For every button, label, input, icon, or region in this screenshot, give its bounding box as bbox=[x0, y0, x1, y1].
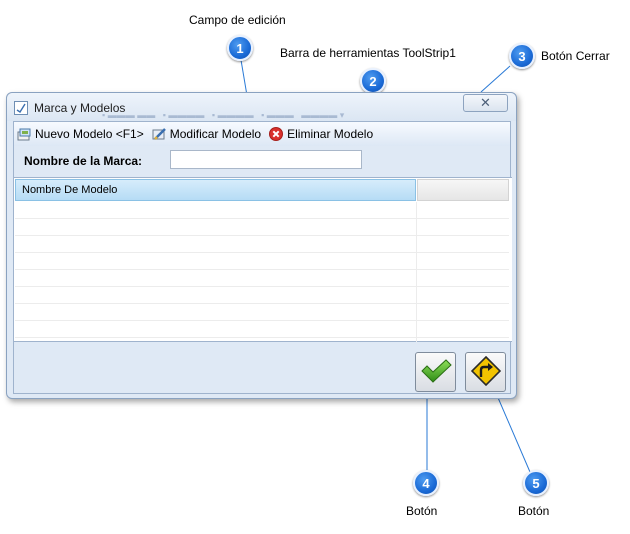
brand-name-input[interactable] bbox=[170, 150, 362, 169]
table-row[interactable] bbox=[15, 219, 509, 236]
window-content: Nuevo Modelo <F1> Modificar Modelo Elimi… bbox=[13, 121, 512, 394]
callout-badge-4: 4 bbox=[413, 470, 439, 496]
new-model-button[interactable]: Nuevo Modelo <F1> bbox=[17, 127, 144, 141]
delete-model-button[interactable]: Eliminar Modelo bbox=[269, 127, 373, 141]
grid-column-header-model-name[interactable]: Nombre De Modelo bbox=[15, 179, 416, 201]
ghost-toolbar-overlay: ▪ ▬▬▬ ▬▬ ▪ ▬▬▬▬ ▪ ▬▬▬▬ ▪ ▬▬▬ ▬▬▬▬ ▾ bbox=[102, 110, 345, 120]
edit-model-button[interactable]: Modificar Modelo bbox=[152, 127, 261, 141]
close-button[interactable]: ✕ bbox=[463, 94, 508, 112]
callout-label-button-4: Botón bbox=[406, 504, 438, 518]
brand-name-label: Nombre de la Marca: bbox=[24, 154, 143, 168]
callout-badge-1: 1 bbox=[227, 35, 253, 61]
table-row[interactable] bbox=[15, 253, 509, 270]
title-bar[interactable]: Marca y Modelos ▪ ▬▬▬ ▬▬ ▪ ▬▬▬▬ ▪ ▬▬▬▬ ▪… bbox=[7, 93, 516, 121]
new-model-label: Nuevo Modelo <F1> bbox=[35, 127, 144, 141]
edit-model-icon bbox=[152, 127, 167, 141]
callout-label-button-5: Botón bbox=[518, 504, 550, 518]
table-row[interactable] bbox=[15, 287, 509, 304]
checkmark-icon bbox=[420, 358, 452, 387]
close-icon: ✕ bbox=[480, 95, 491, 110]
exit-button[interactable] bbox=[465, 352, 506, 392]
brand-models-window: Marca y Modelos ▪ ▬▬▬ ▬▬ ▪ ▬▬▬▬ ▪ ▬▬▬▬ ▪… bbox=[6, 92, 517, 399]
models-grid[interactable]: Nombre De Modelo bbox=[14, 177, 512, 342]
table-row[interactable] bbox=[15, 236, 509, 253]
callout-label-editing-field: Campo de edición bbox=[189, 13, 286, 27]
toolstrip: Nuevo Modelo <F1> Modificar Modelo Elimi… bbox=[14, 122, 510, 146]
exit-sign-icon bbox=[470, 355, 501, 389]
callout-badge-5: 5 bbox=[523, 470, 549, 496]
callout-label-close-button: Botón Cerrar bbox=[541, 49, 610, 63]
callout-label-toolstrip: Barra de herramientas ToolStrip1 bbox=[280, 46, 456, 60]
app-icon bbox=[14, 101, 28, 115]
callout-badge-3: 3 bbox=[509, 43, 535, 69]
new-model-icon bbox=[17, 127, 32, 141]
accept-button[interactable] bbox=[415, 352, 456, 392]
table-row[interactable] bbox=[15, 202, 509, 219]
edit-model-label: Modificar Modelo bbox=[169, 127, 262, 141]
delete-model-icon bbox=[269, 127, 284, 141]
table-row[interactable] bbox=[15, 304, 509, 321]
grid-header-filler bbox=[417, 179, 509, 201]
delete-model-label: Eliminar Modelo bbox=[287, 127, 374, 141]
callout-badge-2: 2 bbox=[360, 68, 386, 94]
table-row[interactable] bbox=[15, 321, 509, 338]
grid-column-divider bbox=[416, 202, 417, 342]
table-row[interactable] bbox=[15, 270, 509, 287]
